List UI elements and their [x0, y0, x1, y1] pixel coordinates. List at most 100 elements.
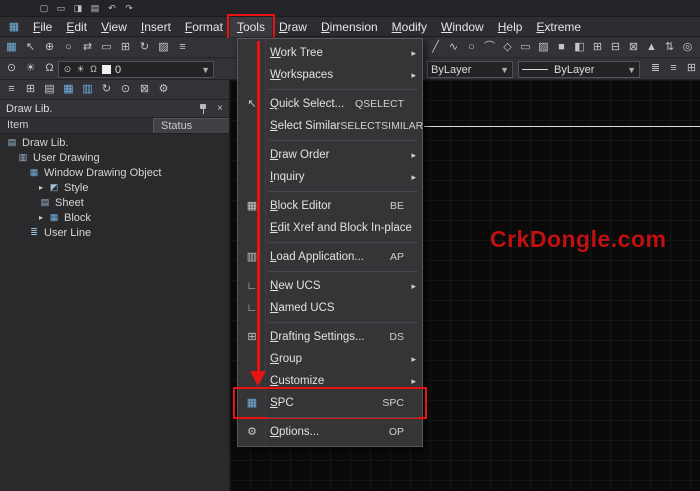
- new-file-icon[interactable]: ▢: [38, 2, 50, 14]
- copy-icon[interactable]: ⊞: [118, 40, 133, 55]
- menu-file[interactable]: File: [26, 17, 59, 37]
- menu-icon[interactable]: ≡: [4, 82, 19, 97]
- menu-view[interactable]: View: [94, 17, 134, 37]
- pin-icon[interactable]: [199, 103, 208, 115]
- column-header-item[interactable]: Item: [0, 118, 153, 133]
- table-icon[interactable]: ⊞: [590, 40, 605, 55]
- visibility-icon[interactable]: ⊙: [4, 61, 19, 76]
- menu-item-load-application[interactable]: ▥Load Application...AP: [238, 246, 422, 268]
- tree-item-draw-lib[interactable]: ▤Draw Lib.: [0, 135, 229, 150]
- block-icon[interactable]: ⊟: [608, 40, 623, 55]
- menu-tools[interactable]: Tools: [230, 17, 272, 37]
- dropdown-caret-icon[interactable]: ▼: [198, 65, 210, 75]
- menu-dimension[interactable]: Dimension: [314, 17, 385, 37]
- layers-icon[interactable]: ≣: [648, 61, 663, 76]
- hatch-icon[interactable]: ▨: [536, 40, 551, 55]
- gradient-icon[interactable]: ◧: [572, 40, 587, 55]
- dropdown-caret-icon[interactable]: ▼: [497, 65, 509, 75]
- polygon-icon[interactable]: ◇: [500, 40, 515, 55]
- refresh-icon[interactable]: ↻: [137, 40, 152, 55]
- menu-draw[interactable]: Draw: [272, 17, 314, 37]
- circle-icon[interactable]: ○: [464, 40, 479, 55]
- dropdown-caret-icon[interactable]: ▼: [624, 65, 636, 75]
- stack-icon[interactable]: ▥: [80, 82, 95, 97]
- layer-combo[interactable]: ⊙☀Ω 0 ▼: [58, 61, 214, 78]
- lock-icon[interactable]: Ω: [42, 61, 57, 76]
- export-icon[interactable]: ⊠: [137, 82, 152, 97]
- user-line-icon: ≣: [28, 227, 40, 238]
- xref-icon[interactable]: ⊠: [626, 40, 641, 55]
- column-header-status[interactable]: Status: [153, 118, 229, 133]
- swap-icon[interactable]: ⇄: [80, 40, 95, 55]
- menu-item-named-ucs[interactable]: ∟Named UCS: [238, 297, 422, 319]
- color-combo-value: ByLayer: [431, 64, 471, 76]
- spline-icon[interactable]: ∿: [446, 40, 461, 55]
- close-icon[interactable]: ×: [217, 103, 223, 114]
- tree-item-block[interactable]: ▸▦Block: [0, 210, 229, 225]
- menu-separator: [238, 86, 422, 93]
- linetype-combo[interactable]: ByLayer ▼: [518, 61, 640, 78]
- rectangle-icon[interactable]: ▭: [518, 40, 533, 55]
- open-file-icon[interactable]: ▭: [55, 2, 67, 14]
- donut-icon[interactable]: ◎: [680, 40, 695, 55]
- bulb-icon[interactable]: ⊙: [62, 63, 73, 76]
- line-icon[interactable]: ╱: [428, 40, 443, 55]
- properties-icon[interactable]: ⊞: [684, 61, 699, 76]
- measure-icon[interactable]: ⇅: [662, 40, 677, 55]
- menu-item-quick-select[interactable]: ↖Quick Select...QSELECT: [238, 93, 422, 115]
- arc-icon[interactable]: ⌒: [482, 40, 497, 55]
- target-icon[interactable]: ⊙: [118, 82, 133, 97]
- menu-item-options[interactable]: ⚙Options...OP: [238, 421, 422, 443]
- menu-help[interactable]: Help: [491, 17, 530, 37]
- menu-item-work-tree[interactable]: Work Tree▸: [238, 42, 422, 64]
- menu-separator: [238, 239, 422, 246]
- rect-tool-icon[interactable]: ▭: [99, 40, 114, 55]
- menu-item-spc[interactable]: ▦SPCSPC: [238, 392, 422, 414]
- layers-icon[interactable]: ▦: [61, 82, 76, 97]
- list-icon[interactable]: ≡: [175, 40, 190, 55]
- menu-insert[interactable]: Insert: [134, 17, 178, 37]
- select-icon[interactable]: ↖: [23, 40, 38, 55]
- menu-item-drafting-settings[interactable]: ⊞Drafting Settings...DS: [238, 326, 422, 348]
- refresh-icon[interactable]: ↻: [99, 82, 114, 97]
- region-icon[interactable]: ■: [554, 40, 569, 55]
- menu-item-group[interactable]: Group▸: [238, 348, 422, 370]
- tree-item-window-drawing-object[interactable]: ▦Window Drawing Object: [0, 165, 229, 180]
- menu-item-draw-order[interactable]: Draw Order▸: [238, 144, 422, 166]
- tree-item-user-line[interactable]: ≣User Line: [0, 225, 229, 240]
- menu-item-workspaces[interactable]: Workspaces▸: [238, 64, 422, 86]
- grid-view-icon[interactable]: ⊞: [23, 82, 38, 97]
- palette-icon[interactable]: ▦: [4, 40, 19, 55]
- menu-extreme[interactable]: Extreme: [529, 17, 588, 37]
- menu-item-inquiry[interactable]: Inquiry▸: [238, 166, 422, 188]
- color-combo[interactable]: ByLayer ▼: [427, 61, 513, 78]
- expand-arrow-icon[interactable]: ▸: [39, 213, 48, 222]
- tree-item-sheet[interactable]: ▤Sheet: [0, 195, 229, 210]
- menu-edit[interactable]: Edit: [59, 17, 94, 37]
- menu-item-select-similar[interactable]: Select SimilarSELECTSIMILAR: [238, 115, 422, 137]
- menu-item-block-editor[interactable]: ▦Block EditorBE: [238, 195, 422, 217]
- lock-icon[interactable]: Ω: [88, 63, 99, 76]
- hatch-tool-icon[interactable]: ▨: [156, 40, 171, 55]
- point-icon[interactable]: ▲: [644, 40, 659, 55]
- expand-arrow-icon[interactable]: ▸: [39, 183, 48, 192]
- redo-icon[interactable]: ↷: [123, 2, 135, 14]
- tree-item-style[interactable]: ▸◩Style: [0, 180, 229, 195]
- tree-item-user-drawing[interactable]: ▥User Drawing: [0, 150, 229, 165]
- list-view-icon[interactable]: ▤: [42, 82, 57, 97]
- submenu-arrow-icon: ▸: [411, 354, 416, 365]
- menu-item-edit-xref-and-block-in-place[interactable]: Edit Xref and Block In-place: [238, 217, 422, 239]
- zoom-icon[interactable]: ○: [61, 40, 76, 55]
- pan-icon[interactable]: ⊕: [42, 40, 57, 55]
- sun-icon[interactable]: ☀: [75, 63, 86, 76]
- save-icon[interactable]: ◨: [72, 2, 84, 14]
- menu-window[interactable]: Window: [434, 17, 491, 37]
- menu-modify[interactable]: Modify: [385, 17, 434, 37]
- undo-icon[interactable]: ↶: [106, 2, 118, 14]
- layer-state-icon[interactable]: ≡: [666, 61, 681, 76]
- menu-item-new-ucs[interactable]: ∟New UCS▸: [238, 275, 422, 297]
- menu-format[interactable]: Format: [178, 17, 230, 37]
- sun-icon[interactable]: ☀: [23, 61, 38, 76]
- settings-icon[interactable]: ⚙: [156, 82, 171, 97]
- plot-icon[interactable]: ▤: [89, 2, 101, 14]
